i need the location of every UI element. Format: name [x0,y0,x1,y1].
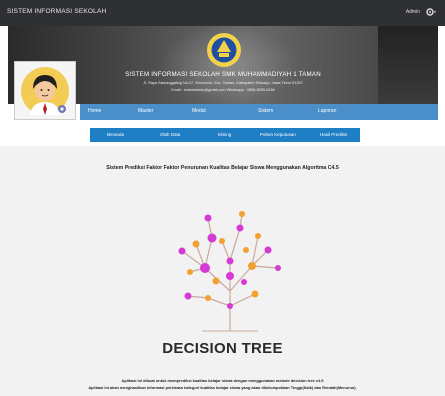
main-nav: Home Master Modul Sistem Laporan [80,104,438,120]
avatar[interactable] [14,61,76,120]
description-line-2: Aplikasi ini akan menghasilkan informasi… [88,385,357,390]
school-logo [207,33,241,67]
top-bar: SISTEM INFORMASI SEKOLAH Admin [0,0,445,26]
sub-nav-area: Beranda Olah Data Mining Pohon Keputusan… [0,120,445,146]
tab-pohon-keputusan[interactable]: Pohon Keputusan [260,132,296,137]
sub-nav: Beranda Olah Data Mining Pohon Keputusan… [90,128,360,142]
tab-mining[interactable]: Mining [218,132,231,137]
nav-item-sistem[interactable]: Sistem [258,108,273,114]
user-menu-label[interactable]: Admin [406,9,420,15]
tab-hasil-prediksi[interactable]: Hasil Prediksi [320,132,347,137]
user-avatar-icon [21,67,69,115]
gear-icon[interactable] [425,6,437,18]
page-title: Sistem Prediksi Faktor Faktor Penurunan … [106,165,339,171]
illustration-title: DECISION TREE [162,340,283,357]
nav-item-modul[interactable]: Modul [192,108,206,114]
decision-tree-illustration [178,211,281,332]
tab-beranda[interactable]: Beranda [107,132,124,137]
nav-item-home[interactable]: Home [88,108,101,114]
tab-olah-data[interactable]: Olah Data [160,132,180,137]
description-line-1: Aplikasi ini dibuat untuk memprediksi ku… [121,378,324,383]
main-content: Sistem Prediksi Faktor Faktor Penurunan … [0,146,445,396]
app-title[interactable]: SISTEM INFORMASI SEKOLAH [7,8,106,15]
banner-background-object [378,26,438,104]
nav-item-master[interactable]: Master [138,108,153,114]
nav-item-laporan[interactable]: Laporan [318,108,336,114]
